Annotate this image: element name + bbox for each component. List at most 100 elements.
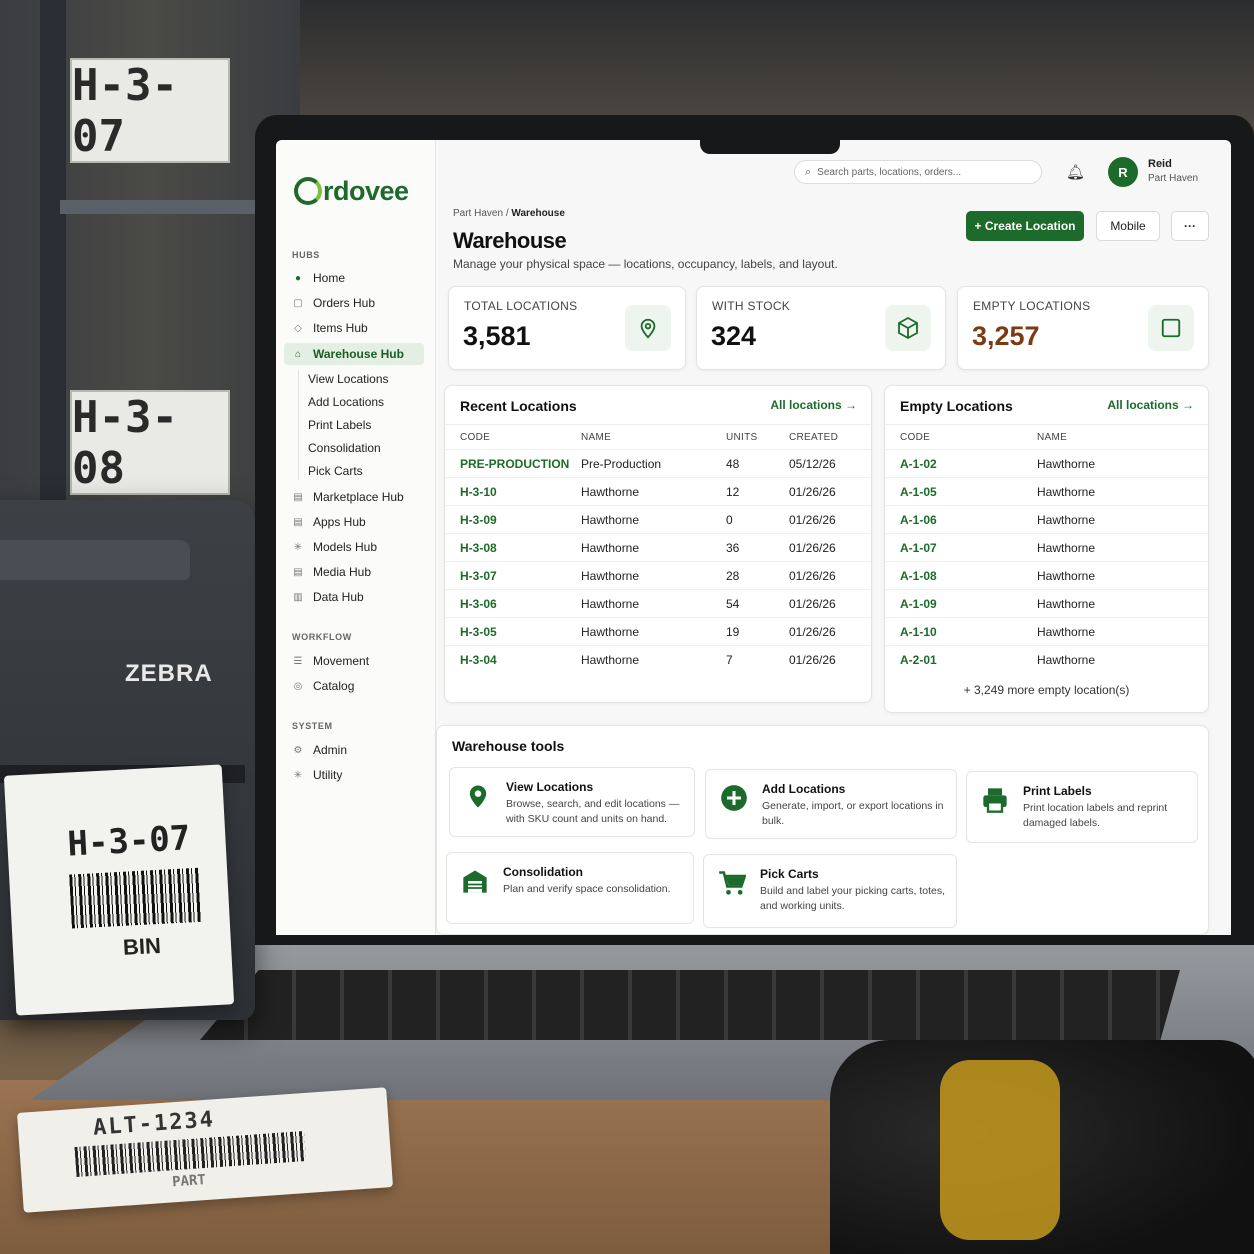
- sidebar-item-media[interactable]: ▤ Media Hub: [284, 561, 424, 583]
- table-row[interactable]: A-1-09 Hawthorne: [885, 590, 1208, 618]
- dot-icon: ●: [294, 272, 302, 284]
- table-row[interactable]: A-2-01 Hawthorne: [885, 646, 1208, 674]
- sidebar-subitem-print-labels[interactable]: Print Labels: [308, 418, 371, 432]
- location-name: Hawthorne: [1037, 485, 1096, 499]
- table-row[interactable]: H-3-10 Hawthorne 12 01/26/26: [445, 478, 871, 506]
- table-row[interactable]: A-1-08 Hawthorne: [885, 562, 1208, 590]
- location-code[interactable]: PRE-PRODUCTION: [460, 457, 569, 471]
- location-code[interactable]: A-1-08: [900, 569, 937, 583]
- sidebar-subitem-view-locations[interactable]: View Locations: [308, 372, 389, 386]
- tool-pick-carts[interactable]: Pick Carts Build and label your picking …: [703, 854, 957, 928]
- location-code[interactable]: A-1-02: [900, 457, 937, 471]
- sidebar-item-admin[interactable]: ⚙ Admin: [284, 739, 424, 761]
- table-row[interactable]: H-3-08 Hawthorne 36 01/26/26: [445, 534, 871, 562]
- store-icon: ▤: [293, 491, 303, 503]
- label-code: ALT-1234: [92, 1107, 216, 1141]
- table-header: CODE NAME: [885, 424, 1208, 450]
- location-code[interactable]: A-1-05: [900, 485, 937, 499]
- location-code[interactable]: A-1-06: [900, 513, 937, 527]
- location-created: 01/26/26: [789, 541, 836, 555]
- table-row[interactable]: A-1-02 Hawthorne: [885, 450, 1208, 478]
- apps-icon: ▤: [293, 516, 303, 528]
- sidebar-item-apps[interactable]: ▤ Apps Hub: [284, 511, 424, 533]
- create-location-button[interactable]: + Create Location: [966, 211, 1084, 241]
- tool-description: Generate, import, or export locations in…: [762, 800, 944, 827]
- tool-view-locations[interactable]: View Locations Browse, search, and edit …: [449, 767, 695, 837]
- sidebar-item-utility[interactable]: ✳ Utility: [284, 764, 424, 786]
- location-code[interactable]: H-3-06: [460, 597, 497, 611]
- table-row[interactable]: H-3-07 Hawthorne 28 01/26/26: [445, 562, 871, 590]
- tool-print-labels[interactable]: Print Labels Print location labels and r…: [966, 771, 1198, 843]
- sidebar-item-home[interactable]: ● Home: [284, 267, 424, 289]
- sidebar-item-items[interactable]: ◇ Items Hub: [284, 317, 424, 339]
- list-icon: ☰: [293, 655, 303, 667]
- sidebar-subitem-add-locations[interactable]: Add Locations: [308, 395, 384, 409]
- sidebar-item-warehouse[interactable]: ⌂ Warehouse Hub: [284, 343, 424, 365]
- stat-label: WITH STOCK: [712, 299, 791, 313]
- panel-title: Warehouse tools: [452, 738, 565, 754]
- gear-icon: ⚙: [293, 744, 303, 756]
- avatar[interactable]: R: [1108, 157, 1138, 187]
- breadcrumb-parent[interactable]: Part Haven: [453, 208, 503, 219]
- location-code[interactable]: A-1-10: [900, 625, 937, 639]
- all-locations-link[interactable]: All locations →: [770, 398, 857, 412]
- sidebar-item-orders[interactable]: ▢ Orders Hub: [284, 292, 424, 314]
- tool-add-locations[interactable]: Add Locations Generate, import, or expor…: [705, 769, 957, 839]
- sidebar-item-catalog[interactable]: ◎ Catalog: [284, 675, 424, 697]
- user-org: Part Haven: [1148, 173, 1199, 184]
- table-row[interactable]: A-1-07 Hawthorne: [885, 534, 1208, 562]
- sidebar-item-data[interactable]: ▥ Data Hub: [284, 586, 424, 608]
- barcode-scanner: [830, 1040, 1254, 1254]
- app-logo[interactable]: rdovee: [294, 176, 409, 207]
- warehouse-rack-upright: [40, 0, 66, 520]
- stat-value-empty: 3,257: [972, 321, 1040, 351]
- stat-with-stock: WITH STOCK 324: [696, 286, 946, 370]
- table-row[interactable]: A-1-06 Hawthorne: [885, 506, 1208, 534]
- mobile-button[interactable]: Mobile: [1096, 211, 1160, 241]
- nav-label: Home: [313, 271, 346, 285]
- table-row[interactable]: PRE-PRODUCTION Pre-Production 48 05/12/26: [445, 450, 871, 478]
- location-code[interactable]: H-3-09: [460, 513, 497, 527]
- location-code[interactable]: H-3-08: [460, 541, 497, 555]
- location-code[interactable]: H-3-10: [460, 485, 497, 499]
- location-name: Hawthorne: [1037, 569, 1096, 583]
- printer-brand: ZEBRA: [125, 660, 213, 687]
- location-units: 12: [726, 485, 740, 499]
- location-code[interactable]: H-3-04: [460, 653, 497, 667]
- bell-icon[interactable]: 🔔︎: [1066, 163, 1085, 181]
- location-code[interactable]: H-3-05: [460, 625, 497, 639]
- more-actions-button[interactable]: ···: [1171, 211, 1209, 241]
- printed-bin-label: H-3-07 BIN: [3, 764, 235, 1016]
- sidebar-subitem-pick-carts[interactable]: Pick Carts: [308, 464, 363, 478]
- table-row[interactable]: A-1-05 Hawthorne: [885, 478, 1208, 506]
- location-name: Hawthorne: [1037, 513, 1096, 527]
- column-header: NAME: [581, 432, 612, 443]
- sidebar-item-movement[interactable]: ☰ Movement: [284, 650, 424, 672]
- location-code[interactable]: A-1-09: [900, 597, 937, 611]
- table-row[interactable]: H-3-09 Hawthorne 0 01/26/26: [445, 506, 871, 534]
- sidebar-item-models[interactable]: ✳ Models Hub: [284, 536, 424, 558]
- location-code[interactable]: A-2-01: [900, 653, 937, 667]
- nav-label: Apps Hub: [313, 515, 366, 529]
- location-created: 01/26/26: [789, 513, 836, 527]
- table-row[interactable]: A-1-10 Hawthorne: [885, 618, 1208, 646]
- nav-label: Catalog: [313, 679, 355, 693]
- location-code[interactable]: A-1-07: [900, 541, 937, 555]
- tool-consolidation[interactable]: Consolidation Plan and verify space cons…: [446, 852, 694, 924]
- box-icon: [885, 305, 931, 351]
- table-row[interactable]: H-3-06 Hawthorne 54 01/26/26: [445, 590, 871, 618]
- app-window: rdovee HUBS ● Home ▢ Orders Hub ◇ Items Hub…: [276, 140, 1231, 935]
- search-input[interactable]: ⌕ Search parts, locations, orders...: [794, 160, 1042, 184]
- sidebar-item-marketplace[interactable]: ▤ Marketplace Hub: [284, 486, 424, 508]
- all-locations-link[interactable]: All locations →: [1107, 398, 1194, 412]
- location-created: 01/26/26: [789, 485, 836, 499]
- sidebar-subitem-consolidation[interactable]: Consolidation: [308, 441, 381, 455]
- search-icon: ⌕: [805, 165, 812, 178]
- location-code[interactable]: H-3-07: [460, 569, 497, 583]
- nav-label: Utility: [313, 768, 343, 782]
- keyboard: [200, 970, 1180, 1040]
- table-row[interactable]: H-3-04 Hawthorne 7 01/26/26: [445, 646, 871, 674]
- label-kind: PART: [171, 1172, 207, 1191]
- table-row[interactable]: H-3-05 Hawthorne 19 01/26/26: [445, 618, 871, 646]
- tool-title: Add Locations: [762, 782, 846, 796]
